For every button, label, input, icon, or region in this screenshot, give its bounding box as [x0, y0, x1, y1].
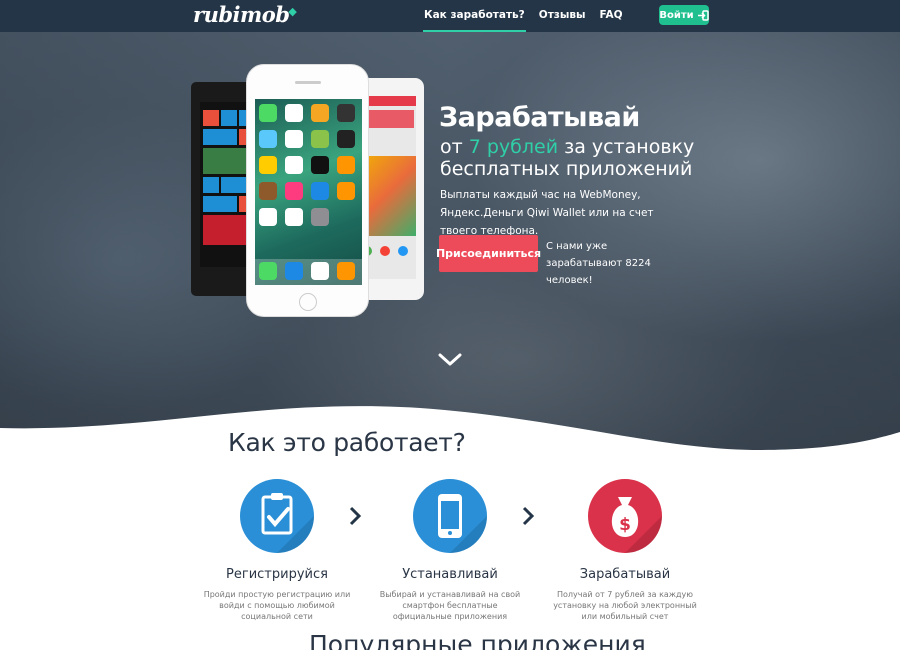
- top-navbar: rubimob◆ Как заработать? Отзывы FAQ Войт…: [0, 0, 900, 32]
- home-button-icon: [299, 293, 317, 311]
- login-button[interactable]: Войти: [659, 5, 709, 25]
- clipboard-check-icon: [240, 479, 314, 553]
- step-register-text: Пройди простую регистрацию или войди с п…: [203, 590, 351, 621]
- join-note: С нами уже зарабатывают 8224 человек!: [546, 241, 651, 286]
- hero-description: Выплаты каждый час на WebMoney, Яндекс.Д…: [440, 189, 654, 237]
- nav-link-faq[interactable]: FAQ: [593, 0, 630, 32]
- svg-text:$: $: [619, 515, 631, 535]
- hero-subtitle-accent: 7 рублей: [468, 136, 559, 158]
- step-register: Регистрируйся Пройди простую регистрацию…: [200, 479, 354, 622]
- how-it-works-title: Как это работает?: [228, 428, 466, 457]
- join-button[interactable]: Присоединиться: [436, 235, 541, 272]
- hero-title: Зарабатывай: [439, 102, 640, 133]
- hero-subtitle: от 7 рублей за установку бесплатных прил…: [440, 136, 700, 180]
- hero-section: Зарабатывай от 7 рублей за установку бес…: [0, 0, 900, 450]
- diamond-icon: ◆: [288, 5, 297, 18]
- money-bag-icon: $: [588, 479, 662, 553]
- chevron-down-icon[interactable]: [438, 352, 462, 371]
- nav-link-reviews[interactable]: Отзывы: [532, 0, 593, 32]
- step-earn-label: Зарабатывай: [579, 567, 671, 582]
- step-earn: $ Зарабатывай Получай от 7 рублей за каж…: [548, 479, 702, 622]
- iphone-image: [246, 64, 369, 317]
- step-register-label: Регистрируйся: [226, 567, 328, 582]
- step-install-text: Выбирай и устанавливай на свой смартфон …: [379, 590, 521, 621]
- logo[interactable]: rubimob◆: [193, 2, 297, 27]
- hero-subtitle-prefix: от: [440, 136, 469, 158]
- nav-link-how-to-earn[interactable]: Как заработать?: [417, 0, 532, 32]
- chevron-right-icon: [348, 506, 362, 530]
- step-install-label: Устанавливай: [402, 567, 498, 582]
- popular-apps-title: Популярные приложения: [309, 630, 646, 650]
- nav-links: Как заработать? Отзывы FAQ: [417, 0, 630, 32]
- step-install: Устанавливай Выбирай и устанавливай на с…: [373, 479, 527, 622]
- smartphone-icon: [413, 479, 487, 553]
- sign-in-icon: [697, 9, 709, 21]
- step-earn-text: Получай от 7 рублей за каждую установку …: [553, 590, 697, 621]
- chevron-right-icon: [521, 506, 535, 530]
- login-button-label: Войти: [659, 9, 694, 21]
- logo-text: rubimob: [193, 2, 290, 27]
